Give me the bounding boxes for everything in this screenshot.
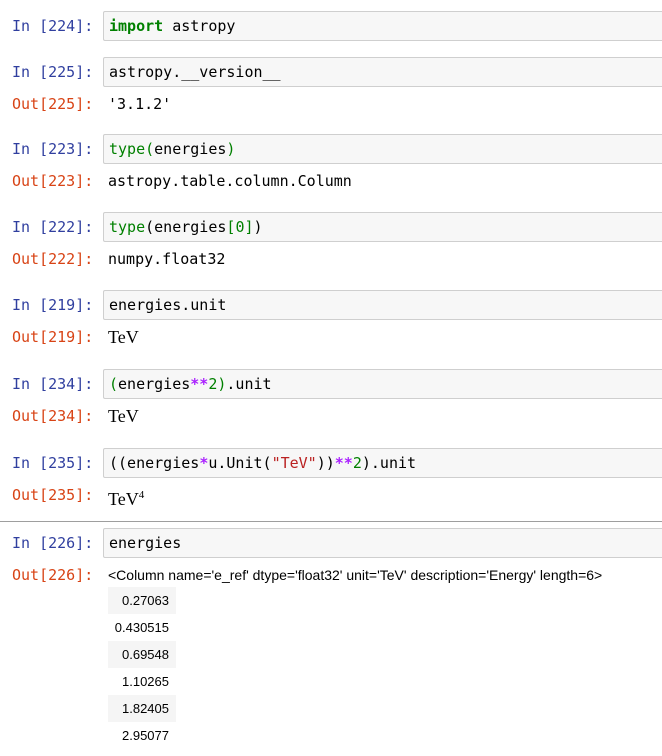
code-input[interactable]: energies xyxy=(103,528,662,558)
cell-219: In [219]: energies.unit Out[219]: TeV xyxy=(0,290,662,354)
cell-226: In [226]: energies Out[226]: <Column nam… xyxy=(0,528,662,592)
cell-224: In [224]: import astropy xyxy=(0,11,662,43)
cell-output: astropy.table.column.Column xyxy=(108,172,352,190)
code-input[interactable]: astropy.__version__ xyxy=(103,57,662,87)
cell-225: In [225]: astropy.__version__ Out[225]: … xyxy=(0,57,662,121)
out-prompt: Out[226]: xyxy=(12,566,94,584)
cell-223: In [223]: type(energies) Out[223]: astro… xyxy=(0,134,662,198)
table-row: 0.430515 xyxy=(114,620,169,635)
column-repr: <Column name='e_ref' dtype='float32' uni… xyxy=(108,567,603,583)
in-prompt: In [223]: xyxy=(12,140,94,158)
table-row: 0.27063 xyxy=(108,587,176,614)
code-input[interactable]: (energies**2).unit xyxy=(103,369,662,399)
out-prompt: Out[225]: xyxy=(12,95,94,113)
in-prompt: In [219]: xyxy=(12,296,94,314)
out-prompt: Out[219]: xyxy=(12,328,94,346)
cell-output: TeV xyxy=(108,327,139,347)
cell-output: '3.1.2' xyxy=(108,95,172,113)
table-row: 1.10265 xyxy=(122,674,169,689)
in-prompt: In [226]: xyxy=(12,534,94,552)
in-prompt: In [222]: xyxy=(12,218,94,236)
code-input[interactable]: type(energies) xyxy=(103,134,662,164)
selected-cell-divider xyxy=(0,521,662,522)
column-table: 0.27063 0.430515 0.69548 1.10265 1.82405… xyxy=(108,587,176,749)
cell-234: In [234]: (energies**2).unit Out[234]: T… xyxy=(0,369,662,433)
out-prompt: Out[223]: xyxy=(12,172,94,190)
in-prompt: In [234]: xyxy=(12,375,94,393)
code-input[interactable]: import astropy xyxy=(103,11,662,41)
cell-output: TeV4 xyxy=(108,489,145,509)
table-row: 2.95077 xyxy=(122,728,169,743)
table-row: 0.69548 xyxy=(108,641,176,668)
cell-222: In [222]: type(energies[0]) Out[222]: nu… xyxy=(0,212,662,276)
in-prompt: In [235]: xyxy=(12,454,94,472)
code-input[interactable]: ((energies*u.Unit("TeV"))**2).unit xyxy=(103,448,662,478)
in-prompt: In [224]: xyxy=(12,17,94,35)
in-prompt: In [225]: xyxy=(12,63,94,81)
table-row: 1.82405 xyxy=(108,695,176,722)
out-prompt: Out[222]: xyxy=(12,250,94,268)
cell-output: numpy.float32 xyxy=(108,250,226,268)
out-prompt: Out[234]: xyxy=(12,407,94,425)
cell-output: TeV xyxy=(108,406,139,426)
code-input[interactable]: type(energies[0]) xyxy=(103,212,662,242)
out-prompt: Out[235]: xyxy=(12,486,94,504)
cell-235: In [235]: ((energies*u.Unit("TeV"))**2).… xyxy=(0,448,662,512)
code-input[interactable]: energies.unit xyxy=(103,290,662,320)
